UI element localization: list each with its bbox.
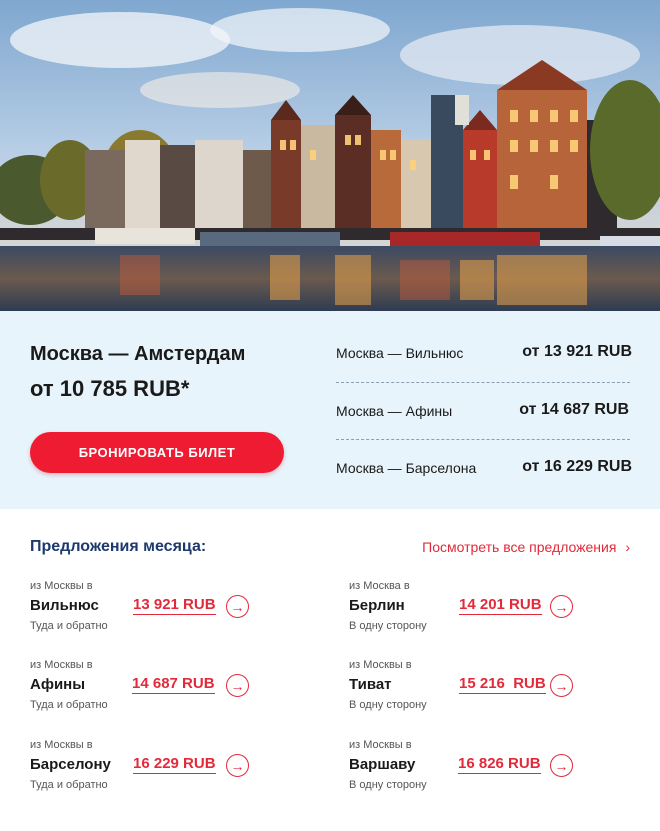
offer-city: Вильнюс	[30, 597, 99, 614]
offer-trip-type: Туда и обратно	[30, 699, 108, 711]
offer-from-label: из Москвы в	[349, 659, 412, 671]
route-price: от 16 229 RUB	[522, 458, 632, 475]
arrow-right-icon[interactable]: →	[226, 674, 249, 697]
offer-from-label: из Москвы в	[30, 739, 93, 751]
offer-city: Берлин	[349, 597, 405, 614]
offers-title: Предложения месяца:	[30, 538, 207, 555]
offer-city: Афины	[30, 676, 86, 693]
route-name: Москва — Барселона	[336, 460, 477, 476]
offer-trip-type: Туда и обратно	[30, 620, 108, 632]
offer-barcelona[interactable]: из Москвы в Барселону Туда и обратно 16 …	[30, 739, 290, 799]
offer-city: Тиват	[349, 676, 392, 693]
offer-from-label: из Москва в	[349, 580, 410, 592]
route-row-barcelona[interactable]: Москва — Барселона от 16 229 RUB	[336, 458, 632, 478]
offer-price-link[interactable]: 16 229 RUB	[133, 755, 216, 774]
offer-trip-type: В одну сторону	[349, 779, 427, 791]
offer-tivat[interactable]: из Москвы в Тиват В одну сторону 15 216 …	[349, 659, 609, 719]
arrow-right-icon[interactable]: →	[226, 595, 249, 618]
arrow-right-icon[interactable]: →	[550, 674, 573, 697]
route-name: Москва — Афины	[336, 403, 453, 419]
offer-warsaw[interactable]: из Москвы в Варшаву В одну сторону 16 82…	[349, 739, 609, 799]
offer-city: Барселону	[30, 756, 111, 773]
route-row-vilnius[interactable]: Москва — Вильнюс от 13 921 RUB	[336, 343, 632, 363]
offer-from-label: из Москвы в	[30, 580, 93, 592]
offer-from-label: из Москвы в	[30, 659, 93, 671]
offer-berlin[interactable]: из Москва в Берлин В одну сторону 14 201…	[349, 580, 609, 640]
main-route-title: Москва — Амстердам	[30, 343, 246, 365]
route-name: Москва — Вильнюс	[336, 345, 464, 361]
offer-trip-type: В одну сторону	[349, 699, 427, 711]
offer-price-link[interactable]: 14 201 RUB	[459, 596, 542, 615]
arrow-right-icon[interactable]: →	[226, 754, 249, 777]
offer-price-link[interactable]: 14 687 RUB	[132, 675, 215, 694]
divider	[336, 382, 630, 383]
amsterdam-canal-image	[0, 0, 660, 311]
route-row-athens[interactable]: Москва — Афины от 14 687 RUB	[336, 401, 632, 421]
offer-trip-type: В одну сторону	[349, 620, 427, 632]
route-price: от 13 921 RUB	[522, 343, 632, 360]
arrow-right-icon[interactable]: →	[550, 595, 573, 618]
offer-from-label: из Москвы в	[349, 739, 412, 751]
book-ticket-button[interactable]: БРОНИРОВАТЬ БИЛЕТ	[30, 432, 284, 473]
offer-vilnius[interactable]: из Москвы в Вильнюс Туда и обратно 13 92…	[30, 580, 290, 640]
offer-city: Варшаву	[349, 756, 416, 773]
divider	[336, 439, 630, 440]
offer-price-link[interactable]: 13 921 RUB	[133, 596, 216, 615]
offer-price-link[interactable]: 16 826 RUB	[458, 755, 541, 774]
offer-trip-type: Туда и обратно	[30, 779, 108, 791]
main-route-price: от 10 785 RUB*	[30, 376, 190, 401]
all-offers-label: Посмотреть все предложения	[422, 539, 617, 555]
hero-image	[0, 0, 660, 311]
all-offers-link[interactable]: Посмотреть все предложения ›	[422, 539, 630, 555]
arrow-right-icon[interactable]: →	[550, 754, 573, 777]
route-price: от 14 687 RUB	[519, 401, 629, 418]
offer-athens[interactable]: из Москвы в Афины Туда и обратно 14 687 …	[30, 659, 290, 719]
offer-price-link[interactable]: 15 216 RUB	[459, 675, 546, 694]
chevron-right-icon: ›	[625, 539, 630, 555]
